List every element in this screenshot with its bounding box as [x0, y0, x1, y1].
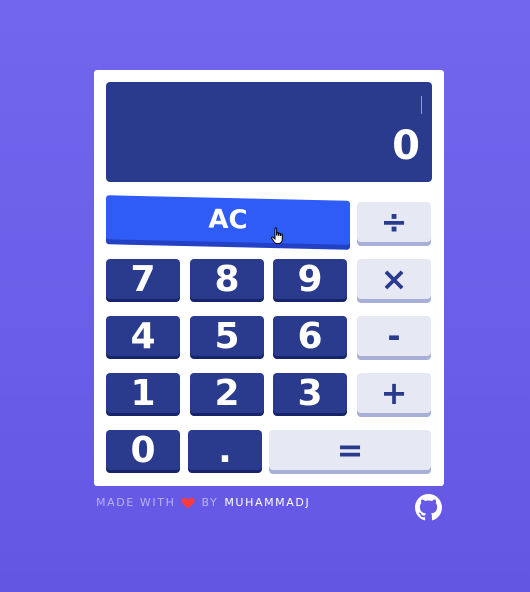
hand-pointer-icon [270, 227, 283, 244]
calculator-display: 0 [106, 82, 432, 182]
digit-3-button[interactable]: 3 [273, 373, 347, 414]
digit-9-button[interactable]: 9 [273, 259, 347, 300]
plus-button[interactable]: + [357, 373, 431, 413]
by-label: BY [201, 496, 219, 509]
digit-6-button[interactable]: 6 [273, 316, 347, 357]
heart-icon [181, 497, 195, 508]
decimal-button[interactable]: . [188, 430, 262, 471]
made-with-label: MADE WITH [96, 496, 176, 509]
footer-credit: MADE WITH BY MUHAMMADJ [96, 496, 310, 509]
digit-2-button[interactable]: 2 [190, 373, 264, 414]
author-link[interactable]: MUHAMMADJ [224, 496, 310, 509]
equals-button[interactable]: = [269, 430, 431, 470]
digit-4-button[interactable]: 4 [106, 316, 180, 357]
digit-8-button[interactable]: 8 [190, 259, 264, 300]
clear-button[interactable]: AC [106, 195, 350, 245]
display-cursor [421, 96, 422, 114]
divide-button[interactable]: ÷ [357, 202, 431, 242]
github-icon[interactable] [415, 494, 442, 521]
digit-5-button[interactable]: 5 [190, 316, 264, 357]
display-value: 0 [392, 123, 420, 169]
digit-0-button[interactable]: 0 [106, 430, 180, 471]
digit-7-button[interactable]: 7 [106, 259, 180, 300]
multiply-button[interactable]: × [357, 259, 431, 299]
minus-button[interactable]: - [357, 316, 431, 356]
digit-1-button[interactable]: 1 [106, 373, 180, 414]
